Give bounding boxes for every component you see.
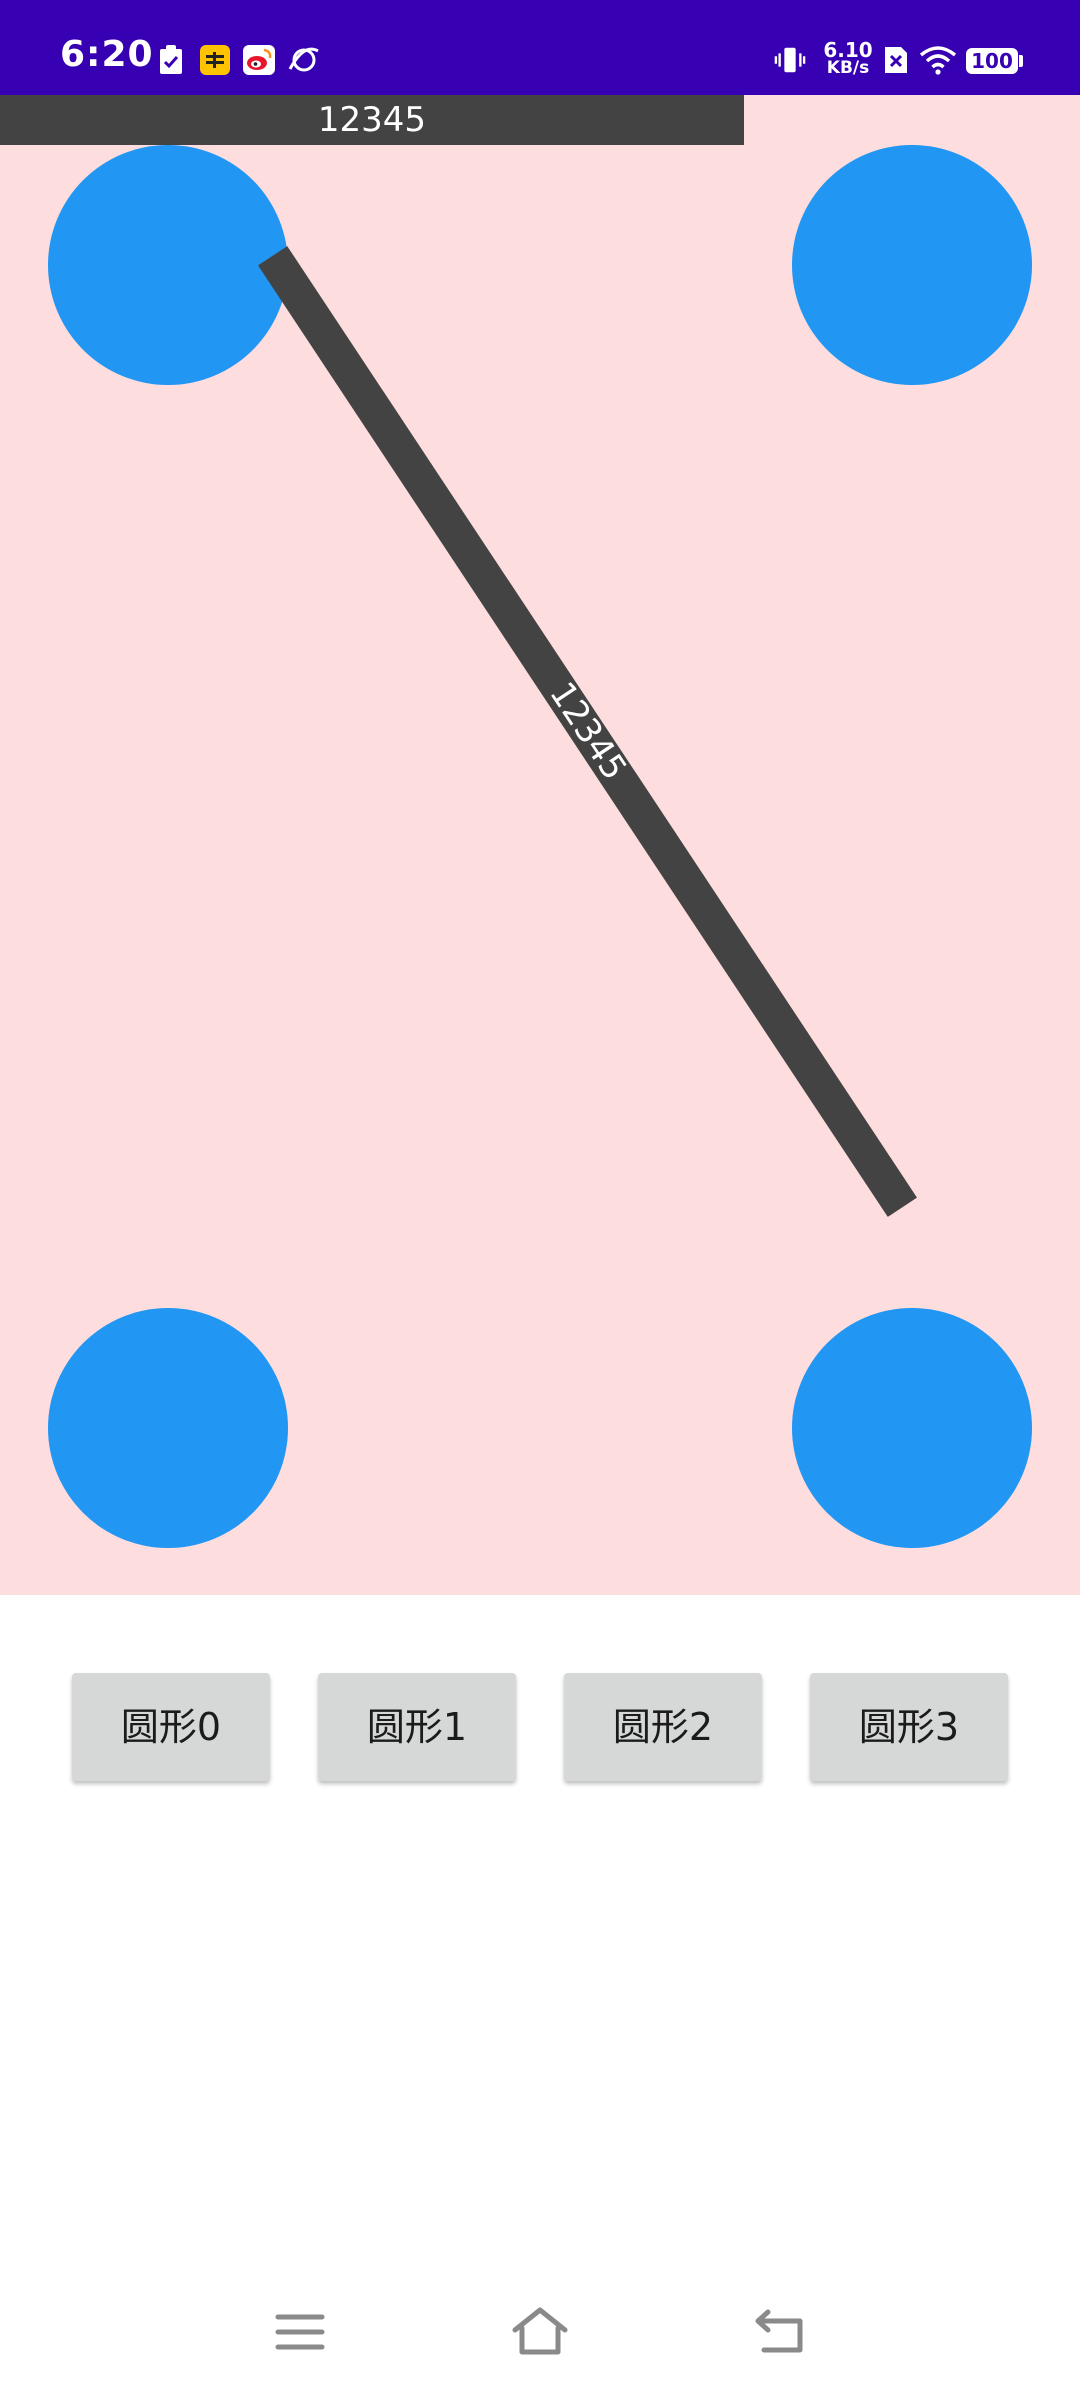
wifi-icon — [918, 44, 958, 76]
battery-tip — [1019, 55, 1023, 67]
app-screen: 6:20 6.10 KB/s 100 12345 12345 圆形0 圆形1 圆… — [0, 0, 1080, 2400]
circle-1-button[interactable]: 圆形1 — [318, 1673, 516, 1781]
status-time: 6:20 — [60, 34, 154, 75]
drawing-canvas[interactable]: 12345 12345 12345 — [0, 95, 1080, 1595]
circle-3-button[interactable]: 圆形3 — [810, 1673, 1008, 1781]
circle-0[interactable] — [48, 145, 288, 385]
net-speed-value: 6.10 — [823, 38, 873, 62]
planet-app-icon — [288, 44, 320, 76]
battery-icon: 100 — [966, 48, 1018, 74]
home-icon[interactable] — [510, 2306, 570, 2358]
meituan-app-icon — [199, 44, 231, 76]
clipboard-check-icon — [155, 44, 187, 76]
back-icon[interactable] — [750, 2306, 810, 2358]
no-sim-icon — [880, 44, 912, 76]
status-bar: 6:20 6.10 KB/s 100 — [0, 0, 1080, 95]
horizontal-bar: 12345 — [0, 95, 744, 145]
menu-icon[interactable] — [270, 2306, 330, 2358]
circle-0-button[interactable]: 圆形0 — [72, 1673, 270, 1781]
circle-2[interactable] — [48, 1308, 288, 1548]
diagonal-bar: 12345 — [258, 246, 917, 1217]
weibo-app-icon — [243, 44, 275, 76]
net-speed-unit: KB/s — [826, 58, 870, 78]
network-speed: 6.10 KB/s — [822, 40, 874, 77]
circle-2-button[interactable]: 圆形2 — [564, 1673, 762, 1781]
circle-3[interactable] — [792, 1308, 1032, 1548]
vibrate-icon — [774, 44, 806, 76]
circle-1[interactable] — [792, 145, 1032, 385]
